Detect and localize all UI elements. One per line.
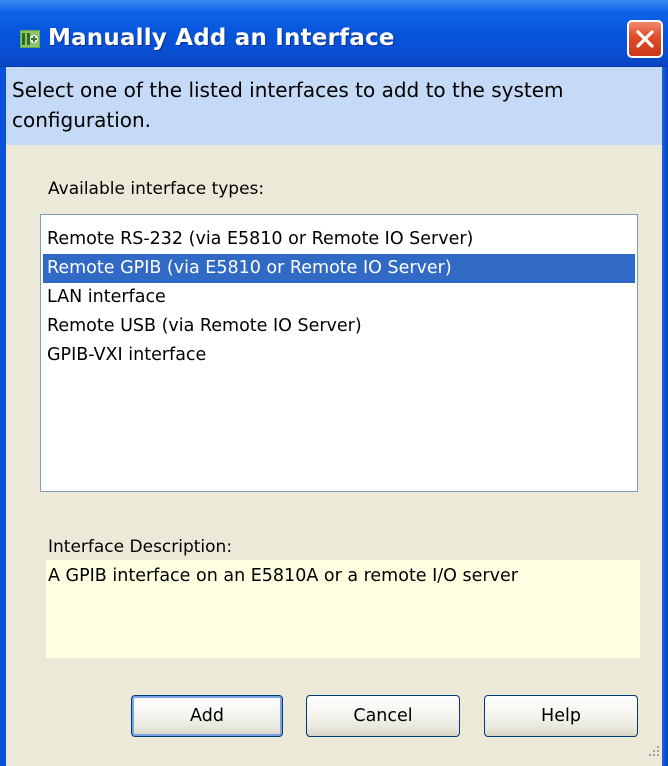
list-item-remote-rs232[interactable]: Remote RS-232 (via E5810 or Remote IO Se… xyxy=(43,225,635,254)
add-button[interactable]: Add xyxy=(131,695,283,737)
instructions-text: Select one of the listed interfaces to a… xyxy=(12,78,564,132)
interface-types-listbox[interactable]: Remote RS-232 (via E5810 or Remote IO Se… xyxy=(40,214,638,492)
manually-add-interface-dialog: Manually Add an Interface Select one of … xyxy=(0,0,668,766)
close-button[interactable] xyxy=(627,20,663,58)
help-button[interactable]: Help xyxy=(484,695,638,737)
available-types-label: Available interface types: xyxy=(48,179,265,199)
cancel-button[interactable]: Cancel xyxy=(306,695,460,737)
list-item-gpib-vxi[interactable]: GPIB-VXI interface xyxy=(43,341,635,370)
list-item-remote-gpib[interactable]: Remote GPIB (via E5810 or Remote IO Serv… xyxy=(43,254,635,283)
resize-grip-icon[interactable] xyxy=(645,742,661,758)
instructions-panel: Select one of the listed interfaces to a… xyxy=(6,67,662,145)
title-bar[interactable]: Manually Add an Interface xyxy=(0,0,668,67)
interface-description-box: A GPIB interface on an E5810A or a remot… xyxy=(46,560,640,658)
interface-description-text: A GPIB interface on an E5810A or a remot… xyxy=(48,566,518,586)
window-frame-right xyxy=(662,0,668,766)
interface-description-label: Interface Description: xyxy=(48,537,233,557)
window-title: Manually Add an Interface xyxy=(48,25,395,51)
list-item-remote-usb[interactable]: Remote USB (via Remote IO Server) xyxy=(43,312,635,341)
list-item-lan-interface[interactable]: LAN interface xyxy=(43,283,635,312)
config-app-icon xyxy=(20,30,40,48)
close-icon xyxy=(636,30,654,48)
